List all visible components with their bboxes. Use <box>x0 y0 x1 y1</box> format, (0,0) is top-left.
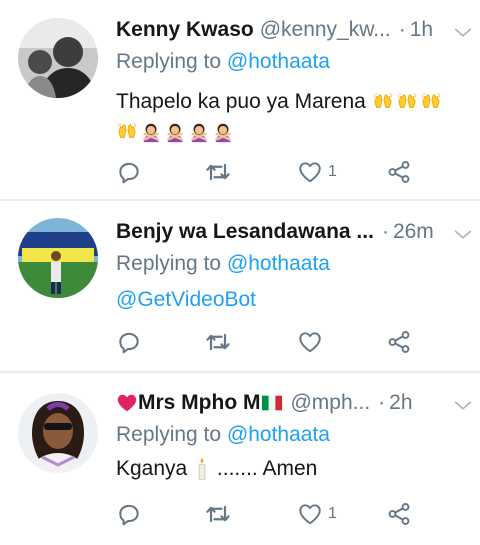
timestamp[interactable]: 1h <box>410 18 433 42</box>
display-name[interactable]: Kenny Kwaso <box>116 18 254 42</box>
tweet-text-start: Kganya <box>116 457 188 480</box>
raised-hands-emoji-icon <box>420 91 442 113</box>
retweet-button[interactable] <box>203 157 233 187</box>
retweet-button[interactable] <box>203 327 233 357</box>
like-button[interactable]: 1 <box>297 499 337 529</box>
separator-dot: · <box>381 220 389 243</box>
replying-to: Replying to @hothaata <box>116 50 330 74</box>
tweet-header: Benjy wa Lesandawana ... · 26m <box>116 212 466 252</box>
user-handle[interactable]: @mph... <box>290 391 370 415</box>
italy-flag-emoji-icon <box>260 392 284 414</box>
chevron-down-icon[interactable] <box>452 22 474 44</box>
timestamp[interactable]: 2h <box>389 391 412 415</box>
avatar[interactable] <box>18 218 98 298</box>
tweet-actions: 1 <box>116 157 436 187</box>
separator-dot: · <box>378 391 386 414</box>
tweet-text-content: Thapelo ka puo ya Marena <box>116 90 366 113</box>
emoji-group <box>116 121 234 143</box>
replying-to-mention[interactable]: @hothaata <box>227 50 330 73</box>
red-heart-emoji-icon <box>116 392 138 414</box>
like-button[interactable]: 1 <box>297 157 337 187</box>
reply-icon <box>116 159 142 185</box>
retweet-icon <box>203 158 233 186</box>
reply-tweet[interactable]: Benjy wa Lesandawana ... · 26m Replying … <box>0 212 480 367</box>
replying-to-prefix: Replying to <box>116 50 222 73</box>
tweet-text: @GetVideoBot <box>116 284 256 316</box>
replying-to-mention[interactable]: @hothaata <box>227 423 330 446</box>
person-gesturing-no-emoji-icon <box>164 121 186 143</box>
avatar[interactable] <box>18 18 98 98</box>
share-icon <box>386 501 412 527</box>
like-button[interactable] <box>297 327 328 357</box>
raised-hands-emoji-icon <box>396 91 418 113</box>
tweet-actions: 1 <box>116 499 436 529</box>
replying-to-prefix: Replying to <box>116 252 222 275</box>
like-icon <box>297 159 323 185</box>
divider <box>0 371 480 373</box>
raised-hands-emoji-icon <box>116 121 138 143</box>
chevron-down-icon[interactable] <box>452 224 474 246</box>
replies-feed: Kenny Kwaso @kenny_kw... · 1h Replying t… <box>0 0 480 545</box>
display-name[interactable]: Mrs Mpho M <box>138 391 260 415</box>
tweet-text: Kganya ....... Amen <box>116 453 317 485</box>
divider <box>0 199 480 201</box>
share-icon <box>386 329 412 355</box>
reply-button[interactable] <box>116 499 142 529</box>
like-count: 1 <box>328 163 337 180</box>
replying-to-prefix: Replying to <box>116 423 222 446</box>
timestamp[interactable]: 26m <box>393 220 434 244</box>
tweet-actions <box>116 327 436 357</box>
avatar[interactable] <box>18 393 98 473</box>
replying-to-mention[interactable]: @hothaata <box>227 252 330 275</box>
reply-icon <box>116 329 142 355</box>
tweet-text: Thapelo ka puo ya Marena <box>116 86 442 118</box>
tweet-text-end: ....... Amen <box>216 457 318 480</box>
retweet-icon <box>203 500 233 528</box>
person-gesturing-no-emoji-icon <box>140 121 162 143</box>
emoji-group <box>372 91 442 113</box>
mention-link[interactable]: @GetVideoBot <box>116 288 256 311</box>
reply-button[interactable] <box>116 157 142 187</box>
reply-tweet[interactable]: Kenny Kwaso @kenny_kw... · 1h Replying t… <box>0 10 480 196</box>
person-gesturing-no-emoji-icon <box>212 121 234 143</box>
tweet-text-line2 <box>116 116 234 148</box>
raised-hands-emoji-icon <box>372 91 394 113</box>
share-icon <box>386 159 412 185</box>
share-button[interactable] <box>386 157 412 187</box>
tweet-header: Mrs Mpho M @mph... · 2h <box>116 383 466 423</box>
retweet-button[interactable] <box>203 499 233 529</box>
share-button[interactable] <box>386 327 412 357</box>
candle-emoji-icon <box>197 457 207 481</box>
replying-to: Replying to @hothaata <box>116 423 330 447</box>
display-name[interactable]: Benjy wa Lesandawana ... <box>116 220 374 244</box>
retweet-icon <box>203 328 233 356</box>
chevron-down-icon[interactable] <box>452 395 474 417</box>
replying-to: Replying to @hothaata <box>116 252 330 276</box>
tweet-header: Kenny Kwaso @kenny_kw... · 1h <box>116 10 466 50</box>
reply-button[interactable] <box>116 327 142 357</box>
reply-tweet[interactable]: Mrs Mpho M @mph... · 2h Replying to @hot… <box>0 383 480 543</box>
separator-dot: · <box>398 18 406 41</box>
like-icon <box>297 329 323 355</box>
reply-icon <box>116 501 142 527</box>
user-handle[interactable]: @kenny_kw... <box>260 18 391 42</box>
share-button[interactable] <box>386 499 412 529</box>
like-icon <box>297 501 323 527</box>
like-count: 1 <box>328 505 337 522</box>
person-gesturing-no-emoji-icon <box>188 121 210 143</box>
